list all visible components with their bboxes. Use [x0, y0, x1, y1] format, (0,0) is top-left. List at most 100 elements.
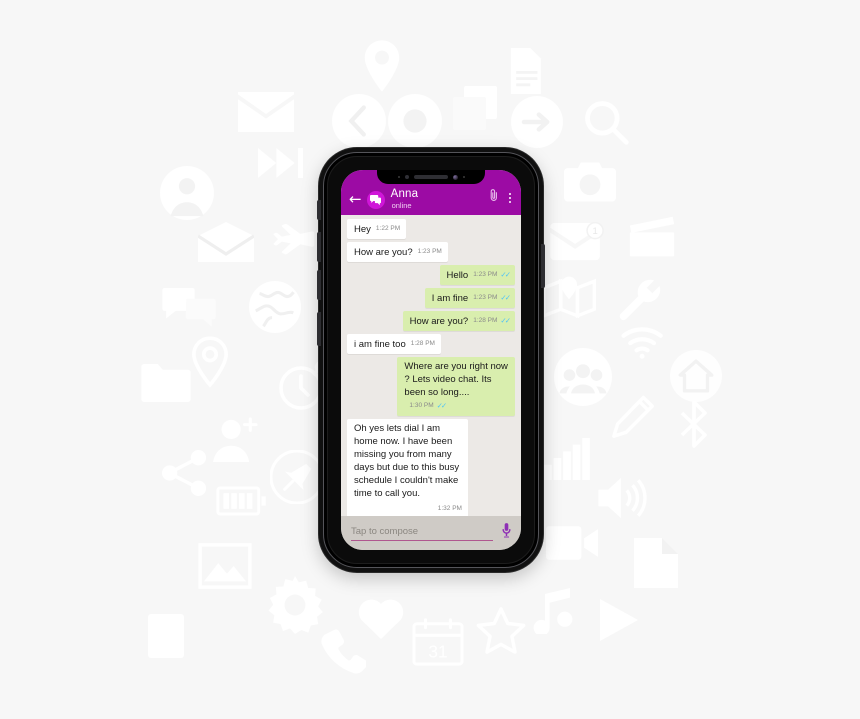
message-row: Hey 1:22 PM: [347, 219, 515, 239]
message-meta: 1:23 PM: [418, 245, 442, 258]
paper-plane-icon: [266, 222, 316, 258]
paperclip-icon[interactable]: [490, 188, 498, 207]
envelope-badge-icon: 1: [550, 222, 604, 262]
arrow-right-circle-icon: [511, 96, 563, 148]
message-list[interactable]: Hey 1:22 PM How are you? 1:23 PM Hello 1:23…: [341, 215, 521, 516]
message-time: 1:28 PM: [473, 317, 498, 324]
message-meta: 1:23 PM ✓✓: [473, 268, 511, 281]
phone-inner-bezel: ← Anna online Hey 1:22 PM How are you? 1…: [327, 156, 535, 564]
calendar-31-icon: 31: [412, 618, 464, 666]
clapperboard-icon: [628, 216, 676, 258]
message-bubble-outgoing[interactable]: Where are you right now ? Lets video cha…: [397, 357, 515, 416]
power-button[interactable]: [541, 244, 545, 288]
calendar-day-label: 31: [428, 641, 447, 661]
map-icon: [542, 276, 598, 322]
message-row: I am fine 1:23 PM ✓✓: [347, 288, 515, 308]
message-input[interactable]: [351, 525, 493, 541]
phone-screen: ← Anna online Hey 1:22 PM How are you? 1…: [341, 170, 521, 550]
status-badge: online: [391, 201, 412, 210]
location-pin-icon: [188, 336, 232, 388]
volume-up-button[interactable]: [317, 232, 321, 262]
message-time: 1:28 PM: [410, 340, 435, 347]
envelope-icon: [238, 92, 294, 132]
message-meta: 1:23 PM ✓✓: [473, 291, 511, 304]
message-time: 1:32 PM: [437, 505, 462, 512]
message-bubble-outgoing[interactable]: I am fine 1:23 PM ✓✓: [424, 288, 515, 308]
compose-bar: [341, 516, 521, 550]
music-note-icon: [528, 586, 576, 634]
share-icon: [160, 450, 210, 496]
phone-mockup: ← Anna online Hey 1:22 PM How are you? 1…: [317, 148, 545, 572]
assistant-button[interactable]: [317, 312, 321, 346]
message-text: Oh yes lets dial I am home now. I have b…: [354, 423, 462, 499]
message-bubble-incoming[interactable]: Oh yes lets dial I am home now. I have b…: [347, 419, 468, 516]
message-time: 1:30 PM: [409, 402, 434, 409]
message-bubble-outgoing[interactable]: Hello 1:23 PM ✓✓: [439, 265, 515, 285]
microphone-icon[interactable]: [501, 523, 512, 543]
message-row: Hello 1:23 PM ✓✓: [347, 265, 515, 285]
heart-icon: [356, 594, 406, 640]
message-bubble-incoming[interactable]: Hey 1:22 PM: [347, 219, 407, 239]
message-meta: 1:22 PM: [376, 222, 400, 235]
pencil-icon: [610, 394, 656, 440]
message-time: 1:22 PM: [375, 225, 401, 232]
message-time: 1:23 PM: [473, 271, 498, 278]
message-bubble-incoming[interactable]: How are you? 1:23 PM: [347, 242, 448, 262]
folder-icon: [141, 364, 191, 402]
front-camera-icon: [452, 174, 458, 180]
wrench-icon: [618, 276, 664, 322]
read-receipt-icon: ✓✓: [500, 315, 510, 325]
edge-file-icon: [148, 614, 184, 658]
fast-forward-icon: [258, 148, 308, 178]
home-icon: [670, 350, 722, 402]
message-text: How are you?: [354, 247, 413, 258]
file-icon: [634, 538, 678, 588]
light-sensor-icon: [462, 176, 465, 178]
contact-name: Anna: [390, 188, 419, 200]
back-arrow-icon[interactable]: ←: [349, 192, 362, 207]
message-meta: 1:30 PM ✓✓: [409, 399, 447, 412]
play-icon: [594, 596, 642, 644]
search-icon: [582, 98, 630, 146]
silent-switch-button[interactable]: [317, 200, 321, 220]
sensor-dot-icon: [397, 176, 400, 178]
chat-bubbles-icon: [162, 288, 216, 328]
svg-text:1: 1: [592, 226, 597, 237]
volume-down-button[interactable]: [317, 270, 321, 300]
message-text: Hello: [446, 270, 469, 281]
message-bubble-outgoing[interactable]: How are you? 1:28 PM ✓✓: [402, 311, 515, 331]
globe-icon: [248, 280, 302, 334]
envelope-open-icon: [198, 222, 254, 262]
chat-bubble-avatar-icon: [370, 194, 382, 205]
document-lines-icon: [505, 48, 545, 94]
signal-bars-icon: [544, 438, 590, 480]
message-meta: 1:32 PM: [354, 502, 462, 515]
phone-icon: [318, 628, 366, 678]
read-receipt-icon: ✓✓: [500, 292, 510, 302]
location-pin-icon: [360, 40, 404, 92]
record-circle-icon: [388, 94, 442, 148]
message-row: Oh yes lets dial I am home now. I have b…: [347, 419, 515, 516]
message-bubble-incoming[interactable]: i am fine too 1:28 PM: [347, 334, 441, 354]
read-receipt-icon: ✓✓: [500, 269, 510, 279]
avatar[interactable]: [366, 191, 385, 209]
message-row: Where are you right now ? Lets video cha…: [347, 357, 515, 416]
camera-icon: [564, 162, 616, 202]
message-text: Where are you right now ? Lets video cha…: [404, 361, 511, 398]
message-text: Hey: [354, 224, 371, 235]
chat-header: ← Anna online: [341, 170, 521, 215]
header-actions: [490, 188, 513, 207]
message-row: How are you? 1:28 PM ✓✓: [347, 311, 515, 331]
wifi-icon: [620, 326, 666, 360]
gear-icon: [266, 576, 324, 634]
message-meta: 1:28 PM ✓✓: [473, 314, 511, 327]
message-row: How are you? 1:23 PM: [347, 242, 515, 262]
message-meta: 1:28 PM: [411, 337, 435, 350]
message-row: i am fine too 1:28 PM: [347, 334, 515, 354]
battery-icon: [216, 486, 268, 516]
kebab-menu-icon[interactable]: [507, 192, 513, 204]
copy-pages-icon: [453, 86, 497, 130]
proximity-sensor-icon: [404, 175, 409, 179]
phone-notch: [377, 170, 485, 184]
user-circle-icon: [160, 166, 214, 220]
